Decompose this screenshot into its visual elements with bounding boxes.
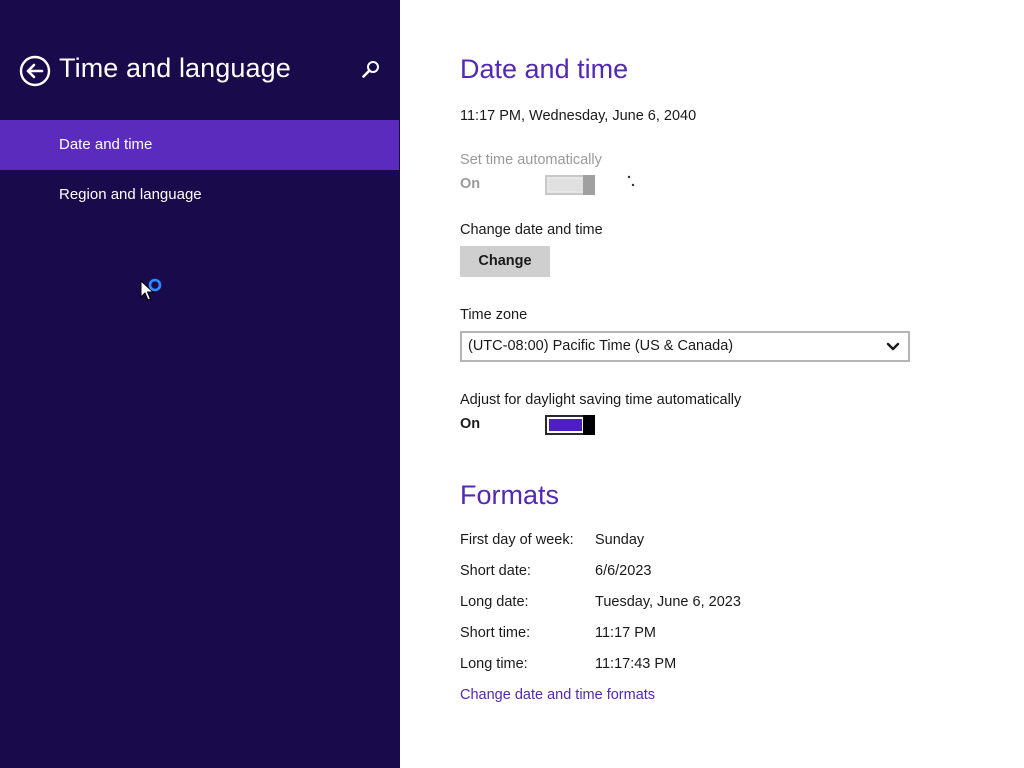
format-value-long-time: 11:17:43 PM <box>595 656 677 672</box>
toggle-track-fill <box>549 179 583 191</box>
back-arrow-circle-icon[interactable] <box>19 55 51 87</box>
set-time-automatically-label: Set time automatically <box>460 152 602 168</box>
nav-item-region-and-language[interactable]: Region and language <box>0 170 399 220</box>
pane-header: Time and language <box>0 50 400 92</box>
formats-heading: Formats <box>460 480 560 510</box>
toggle-thumb <box>583 415 595 435</box>
nav-item-date-and-time[interactable]: Date and time <box>0 120 399 170</box>
format-label-short-time: Short time: <box>460 625 531 641</box>
time-zone-dropdown[interactable]: (UTC-08:00) Pacific Time (US & Canada) <box>460 331 910 362</box>
change-button[interactable]: Change <box>460 246 550 277</box>
time-zone-label: Time zone <box>460 307 528 323</box>
format-label-long-date: Long date: <box>460 594 529 610</box>
set-time-automatically-toggle[interactable] <box>545 175 595 195</box>
format-value-short-date: 6/6/2023 <box>595 563 652 579</box>
left-pane: Time and language Date and time Region a… <box>0 0 400 768</box>
time-zone-selected-value: (UTC-08:00) Pacific Time (US & Canada) <box>468 338 734 354</box>
dst-state: On <box>460 416 481 432</box>
toggle-track-fill <box>549 419 582 431</box>
format-label-long-time: Long time: <box>460 656 528 672</box>
dst-toggle[interactable] <box>545 415 595 435</box>
chevron-down-icon <box>886 342 900 351</box>
search-magnifier-icon[interactable] <box>361 60 381 80</box>
format-label-short-date: Short date: <box>460 563 531 579</box>
format-value-short-time: 11:17 PM <box>595 625 656 641</box>
current-datetime: 11:17 PM, Wednesday, June 6, 2040 <box>460 108 697 124</box>
content-pane: Date and time 11:17 PM, Wednesday, June … <box>400 0 1024 768</box>
format-value-first-day: Sunday <box>595 532 645 548</box>
page-title: Time and language <box>59 53 291 83</box>
change-formats-link[interactable]: Change date and time formats <box>460 687 655 703</box>
change-date-time-label: Change date and time <box>460 222 603 238</box>
set-time-automatically-state: On <box>460 176 481 192</box>
loading-dots-icon <box>627 175 635 187</box>
dst-label: Adjust for daylight saving time automati… <box>460 392 742 408</box>
settings-window: Time and language Date and time Region a… <box>0 0 1024 768</box>
toggle-thumb <box>583 175 595 195</box>
date-time-heading: Date and time <box>460 54 629 84</box>
nav-list: Date and time Region and language <box>0 120 399 220</box>
format-value-long-date: Tuesday, June 6, 2023 <box>595 594 741 610</box>
mouse-cursor-busy-icon <box>140 278 162 301</box>
format-label-first-day: First day of week: <box>460 532 574 548</box>
